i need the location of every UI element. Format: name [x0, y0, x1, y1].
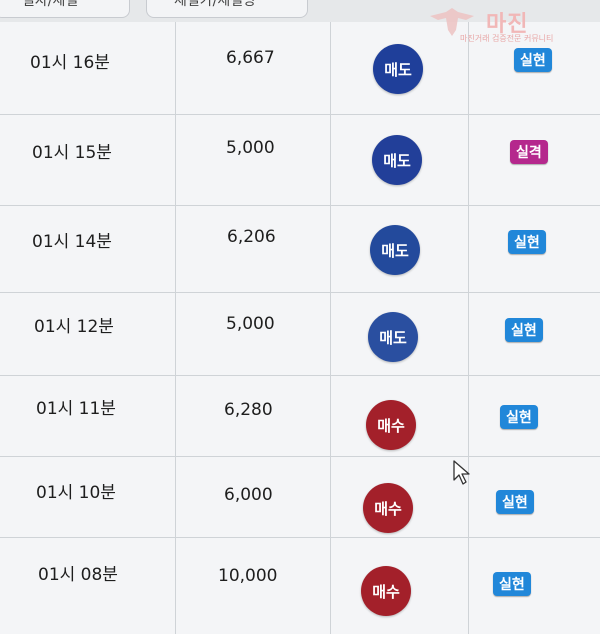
buy-badge: 매수	[361, 566, 411, 616]
column-divider	[330, 22, 331, 634]
row-time: 01시 08분	[38, 565, 118, 585]
watermark-sub: 마진거래 검증전문 커뮤니티	[460, 34, 554, 43]
row-amount: 5,000	[226, 314, 275, 334]
sell-badge: 매도	[370, 225, 420, 275]
status-badge: 실현	[500, 405, 538, 429]
row-time: 01시 12분	[34, 317, 114, 337]
row-amount: 10,000	[218, 566, 278, 586]
watermark-logo: 마진 마진거래 검증전문 커뮤니티	[424, 6, 594, 44]
row-time: 01시 15분	[32, 143, 112, 163]
mouse-cursor-icon	[453, 460, 470, 485]
row-time: 01시 14분	[32, 232, 112, 252]
row-amount: 6,667	[226, 48, 275, 68]
status-badge: 실현	[496, 490, 534, 514]
sell-badge: 매도	[373, 44, 423, 94]
column-divider	[175, 22, 176, 634]
status-badge: 실현	[508, 230, 546, 254]
buy-badge: 매수	[366, 400, 416, 450]
row-time: 01시 10분	[36, 483, 116, 503]
row-amount: 5,000	[226, 138, 275, 158]
row-time: 01시 16분	[30, 53, 110, 73]
row-time: 01시 11분	[36, 399, 116, 419]
status-badge: 실현	[514, 48, 552, 72]
tab-date-label: 일자/체결	[22, 0, 79, 9]
tab-price-label: 체결가/체결량	[174, 0, 256, 9]
sell-badge: 매도	[368, 312, 418, 362]
row-amount: 6,000	[224, 485, 273, 505]
buy-badge: 매수	[363, 483, 413, 533]
status-badge: 실현	[493, 572, 531, 596]
row-amount: 6,206	[227, 227, 276, 247]
status-badge: 실현	[505, 318, 543, 342]
row-amount: 6,280	[224, 400, 273, 420]
column-divider	[468, 22, 469, 634]
status-badge: 실격	[510, 140, 548, 164]
sell-badge: 매도	[372, 135, 422, 185]
